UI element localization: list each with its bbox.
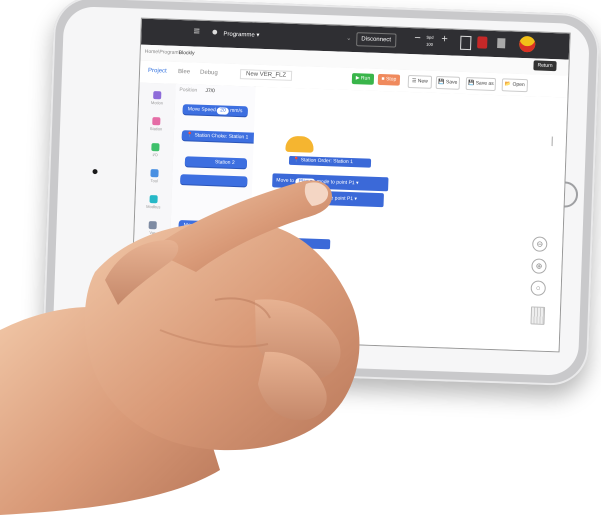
category-io[interactable]: I/O (140, 143, 170, 158)
wifi-icon: ⌄ (346, 35, 352, 42)
zoom-out-workspace-button[interactable]: ⊖ (532, 236, 548, 252)
start-hat-block[interactable] (285, 135, 314, 153)
tab-blee[interactable]: Blee (178, 69, 190, 75)
robot-icon[interactable] (477, 36, 488, 49)
point-dropdown[interactable]: P1 ▾ (347, 196, 357, 202)
workspace-block-end[interactable] (285, 237, 331, 250)
logic-icon (147, 246, 156, 256)
point-dropdown[interactable]: P1 ▾ (348, 180, 358, 186)
io-icon (151, 143, 160, 152)
mode-dropdown[interactable]: Programme ▾ (223, 31, 259, 40)
category-station[interactable]: Station (141, 117, 171, 132)
category-motion[interactable]: Motion (142, 91, 172, 106)
palette-block-station-2[interactable]: Station 2 (184, 156, 248, 169)
block-label: ge point (327, 195, 346, 202)
run-button[interactable]: ▶ Run (351, 73, 375, 85)
block-workspace[interactable]: 📍 Station Order: Station 1 Move to Plaq … (246, 86, 568, 352)
palette-header-label: Position (179, 86, 198, 94)
open-button[interactable]: 📂 Open (501, 78, 529, 93)
tool-icon (150, 169, 159, 178)
move-mode-dropdown[interactable]: Plaq ▾ (295, 178, 316, 186)
category-label: Modbus (146, 203, 161, 210)
trash-icon[interactable] (530, 306, 546, 325)
palette-block-empty[interactable] (180, 174, 248, 187)
station-icon (152, 117, 161, 126)
category-modbus[interactable]: Modbus (138, 195, 168, 210)
block-label: mode to point (316, 178, 348, 186)
variable-icon (148, 221, 157, 230)
return-button[interactable]: Return (533, 60, 557, 72)
new-button[interactable]: ☰ New (407, 74, 433, 89)
scroll-indicator[interactable]: ┃ (550, 137, 555, 146)
category-label: I/O (152, 152, 158, 158)
block-suffix: mm/s (230, 107, 243, 115)
zoom-in-workspace-button[interactable]: ⊕ (531, 258, 547, 274)
user-icon: ● (211, 26, 219, 39)
modbus-icon (149, 195, 158, 204)
tab-project[interactable]: Project (148, 68, 167, 75)
brand-logo-icon (518, 35, 536, 53)
tablet-frame: ≡ ● Programme ▾ ⌄ Disconnect − Spd 100 +… (41, 0, 601, 387)
move-to-block[interactable]: Move to Plaq ▾ mode to point P1 ▾ (272, 173, 389, 192)
breadcrumb-current: Blockly (178, 49, 195, 57)
palette-header-value: J7/0 (205, 87, 215, 95)
palette-block-move-3rd[interactable]: Move 3rd Move (177, 242, 224, 254)
palette-block-station-choke[interactable]: 📍 Station Choke: Station 1 (181, 130, 257, 143)
category-label: Tool (150, 178, 159, 184)
save-as-button[interactable]: 💾 Save as (465, 76, 497, 92)
tab-debug[interactable]: Debug (200, 70, 218, 77)
category-label: Station (149, 125, 163, 132)
stop-button[interactable]: ■ Stop (377, 73, 401, 86)
disconnect-button[interactable]: Disconnect (356, 32, 397, 48)
filename-field[interactable]: New VER_FLZ (239, 69, 293, 81)
motion-icon (153, 91, 162, 100)
zoom-in-button[interactable]: + (441, 33, 448, 45)
palette-block-move-start[interactable]: Move for Start, Flat, 3 (178, 220, 254, 233)
palette-block-move-speed[interactable]: Move Speed 20 mm/s (182, 104, 248, 117)
block-badge[interactable]: 20 (217, 107, 229, 115)
block-palette: Position J7/0 ⚙ Move Speed 20 mm/s 📍 Sta… (166, 83, 301, 341)
document-icon[interactable] (460, 35, 472, 51)
save-button[interactable]: 💾 Save (435, 75, 461, 90)
category-label: Var (149, 230, 156, 236)
category-var[interactable]: Var (137, 221, 167, 236)
tablet-screen: ≡ ● Programme ▾ ⌄ Disconnect − Spd 100 +… (130, 18, 570, 352)
move-to-point-block[interactable]: ge point P1 ▾ (307, 190, 384, 208)
station-order-block[interactable]: 📍 Station Order: Station 1 (288, 155, 372, 168)
menu-icon[interactable]: ≡ (193, 25, 200, 37)
reset-zoom-button[interactable]: ○ (530, 280, 546, 296)
category-tool[interactable]: Tool (139, 169, 169, 184)
breadcrumb[interactable]: Home\Program\ (145, 49, 180, 56)
block-label: Move to (276, 177, 295, 185)
category-label: Motion (150, 100, 164, 106)
block-label: Move Speed (187, 106, 216, 114)
zoom-out-button[interactable]: − (414, 32, 421, 44)
category-logic[interactable]: Logic (136, 246, 166, 262)
category-label: Logic (146, 255, 157, 262)
speed-value: 100 (426, 41, 433, 47)
help-icon[interactable] (497, 38, 506, 49)
